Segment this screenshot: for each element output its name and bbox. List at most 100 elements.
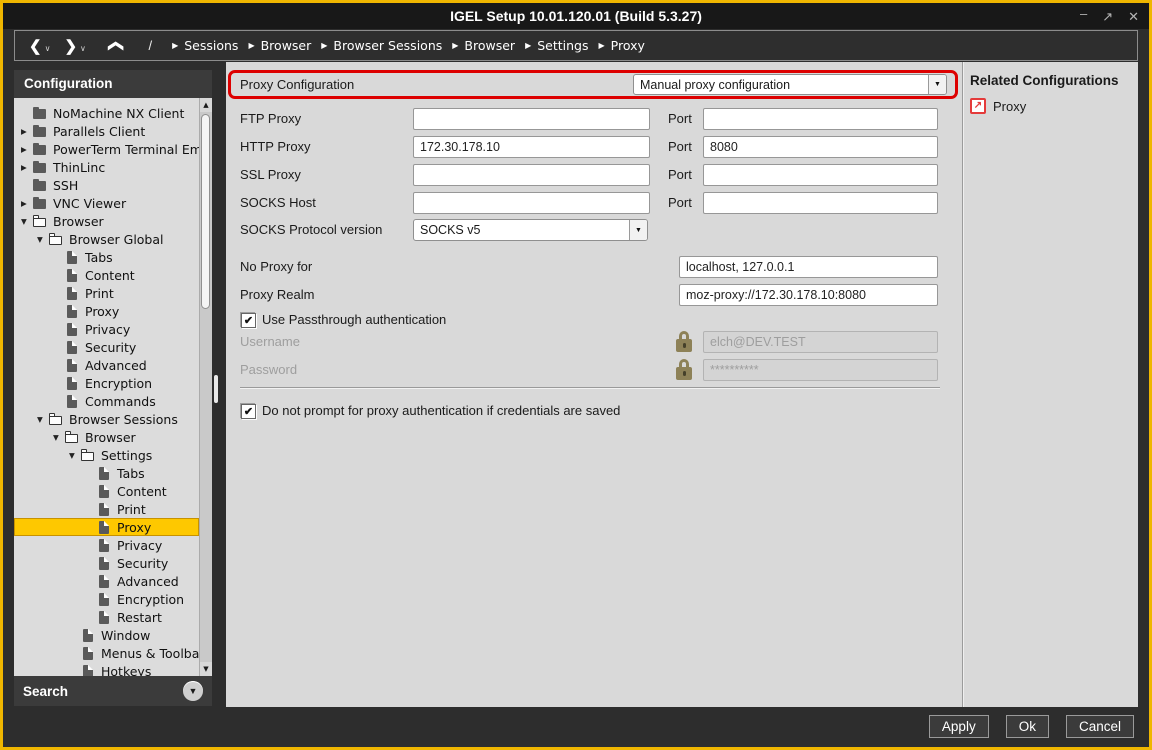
- ok-button[interactable]: Ok: [1006, 715, 1049, 738]
- tree-item-restart[interactable]: Restart: [14, 608, 199, 626]
- scroll-up-icon[interactable]: ▲: [200, 98, 212, 112]
- tree-item-advanced[interactable]: Advanced: [14, 572, 199, 590]
- restore-icon[interactable]: ↗: [1102, 10, 1113, 23]
- tree-collapsed-arrow-icon[interactable]: ▶: [20, 163, 33, 172]
- search-bar[interactable]: Search ▼: [14, 676, 212, 706]
- tree-item-thinlinc[interactable]: ▶ThinLinc: [14, 158, 199, 176]
- tree-item-print[interactable]: Print: [14, 284, 199, 302]
- tree-scrollbar[interactable]: ▲ ▼: [199, 98, 212, 676]
- chevron-down-icon[interactable]: ▼: [928, 75, 946, 94]
- back-icon[interactable]: ❮: [29, 37, 42, 55]
- tree-item-privacy[interactable]: Privacy: [14, 320, 199, 338]
- tree-expanded-arrow-icon[interactable]: ▼: [68, 451, 81, 460]
- tree-item-tabs[interactable]: Tabs: [14, 464, 199, 482]
- tree-item-menus-toolba[interactable]: Menus & Toolba: [14, 644, 199, 662]
- breadcrumb-item-proxy[interactable]: Proxy: [611, 38, 645, 53]
- socks-host-port-field[interactable]: [703, 192, 938, 214]
- ftp-proxy-field[interactable]: [413, 108, 650, 130]
- breadcrumb-item-browser[interactable]: Browser: [261, 38, 312, 53]
- forward-history-caret-icon[interactable]: ∨: [80, 44, 86, 53]
- tree-item-hotkeys[interactable]: Hotkeys: [14, 662, 199, 676]
- splitter-handle[interactable]: [214, 375, 218, 403]
- ssl-proxy-field[interactable]: [413, 164, 650, 186]
- ftp-proxy-port-field[interactable]: [703, 108, 938, 130]
- tree-item-advanced[interactable]: Advanced: [14, 356, 199, 374]
- tree-expanded-arrow-icon[interactable]: ▼: [20, 217, 33, 226]
- folder-icon: [33, 107, 48, 120]
- breadcrumb-item-settings[interactable]: Settings: [537, 38, 588, 53]
- tree-item-content[interactable]: Content: [14, 482, 199, 500]
- tree-expanded-arrow-icon[interactable]: ▼: [52, 433, 65, 442]
- tree-item-label: Browser Global: [68, 232, 164, 247]
- minimize-icon[interactable]: –: [1080, 7, 1087, 20]
- no-prompt-checkbox-label: Do not prompt for proxy authentication i…: [262, 403, 620, 418]
- tree-item-label: Browser: [52, 214, 104, 229]
- doc-icon: [81, 629, 96, 642]
- related-config-proxy[interactable]: ↗Proxy: [970, 98, 1137, 114]
- tree-item-label: PowerTerm Terminal Em: [52, 142, 199, 157]
- tree-item-browser-global[interactable]: ▼ Browser Global: [14, 230, 199, 248]
- passthrough-checkbox[interactable]: [241, 313, 256, 328]
- tree-collapsed-arrow-icon[interactable]: ▶: [20, 127, 33, 136]
- tree-collapsed-arrow-icon[interactable]: ▶: [20, 145, 33, 154]
- socks-host-field[interactable]: [413, 192, 650, 214]
- socks-protocol-select[interactable]: SOCKS v5 ▼: [413, 219, 648, 241]
- http-proxy-field[interactable]: [413, 136, 650, 158]
- tree-item-parallels-client[interactable]: ▶Parallels Client: [14, 122, 199, 140]
- tree-item-commands[interactable]: Commands: [14, 392, 199, 410]
- close-icon[interactable]: ✕: [1128, 10, 1139, 23]
- tree-item-print[interactable]: Print: [14, 500, 199, 518]
- proxy-configuration-select[interactable]: Manual proxy configuration ▼: [633, 74, 947, 95]
- breadcrumb-item-browser[interactable]: Browser: [464, 38, 515, 53]
- tree-collapsed-arrow-icon[interactable]: ▶: [20, 199, 33, 208]
- tree-item-encryption[interactable]: Encryption: [14, 374, 199, 392]
- tree-item-powerterm-terminal-em[interactable]: ▶ PowerTerm Terminal Em: [14, 140, 199, 158]
- ftp-proxy-label: FTP Proxy: [240, 111, 301, 126]
- chevron-down-icon[interactable]: ▼: [629, 220, 647, 240]
- breadcrumb-arrow-icon: ▶: [321, 41, 327, 50]
- tree-item-encryption[interactable]: Encryption: [14, 590, 199, 608]
- tree-item-security[interactable]: Security: [14, 554, 199, 572]
- username-label: Username: [240, 334, 300, 349]
- ftp-proxy-port-label: Port: [668, 111, 692, 126]
- cancel-button[interactable]: Cancel: [1066, 715, 1134, 738]
- tree-item-ssh[interactable]: SSH: [14, 176, 199, 194]
- tree-item-privacy[interactable]: Privacy: [14, 536, 199, 554]
- tree-item-content[interactable]: Content: [14, 266, 199, 284]
- folder-icon: [33, 125, 48, 138]
- search-dropdown-icon[interactable]: ▼: [183, 681, 203, 701]
- http-proxy-port-field[interactable]: [703, 136, 938, 158]
- tree-item-browser-sessions[interactable]: ▼Browser Sessions: [14, 410, 199, 428]
- lock-icon: [676, 331, 692, 352]
- tree-item-nomachine-nx-client[interactable]: NoMachine NX Client: [14, 104, 199, 122]
- scrollbar-thumb[interactable]: [201, 114, 210, 309]
- tree-item-security[interactable]: Security: [14, 338, 199, 356]
- proxy-realm-field[interactable]: [679, 284, 938, 306]
- back-history-caret-icon[interactable]: ∨: [45, 44, 51, 53]
- up-icon[interactable]: ❯: [105, 39, 123, 52]
- breadcrumb-item-sessions[interactable]: Sessions: [184, 38, 238, 53]
- no-prompt-checkbox[interactable]: [241, 404, 256, 419]
- content-panel: Proxy Configuration Manual proxy configu…: [226, 62, 1138, 707]
- tree-item-proxy[interactable]: Proxy: [14, 518, 199, 536]
- ssl-proxy-port-field[interactable]: [703, 164, 938, 186]
- tree-item-label: Content: [84, 268, 135, 283]
- tree-item-label: VNC Viewer: [52, 196, 126, 211]
- proxy-configuration-value: Manual proxy configuration: [634, 78, 928, 92]
- tree-item-proxy[interactable]: Proxy: [14, 302, 199, 320]
- tree-item-vnc-viewer[interactable]: ▶ VNC Viewer: [14, 194, 199, 212]
- socks-protocol-value: SOCKS v5: [414, 223, 629, 237]
- tree-item-window[interactable]: Window: [14, 626, 199, 644]
- tree-item-browser[interactable]: ▼Browser: [14, 428, 199, 446]
- forward-icon[interactable]: ❯: [64, 37, 77, 55]
- tree-expanded-arrow-icon[interactable]: ▼: [36, 235, 49, 244]
- apply-button[interactable]: Apply: [929, 715, 989, 738]
- no-proxy-field[interactable]: [679, 256, 938, 278]
- tree-expanded-arrow-icon[interactable]: ▼: [36, 415, 49, 424]
- breadcrumb-item-browser-sessions[interactable]: Browser Sessions: [333, 38, 442, 53]
- tree-item-tabs[interactable]: Tabs: [14, 248, 199, 266]
- tree-item-browser[interactable]: ▼ Browser: [14, 212, 199, 230]
- scroll-down-icon[interactable]: ▼: [200, 662, 212, 676]
- tree-item-settings[interactable]: ▼Settings: [14, 446, 199, 464]
- related-configurations-header: Related Configurations: [970, 73, 1137, 88]
